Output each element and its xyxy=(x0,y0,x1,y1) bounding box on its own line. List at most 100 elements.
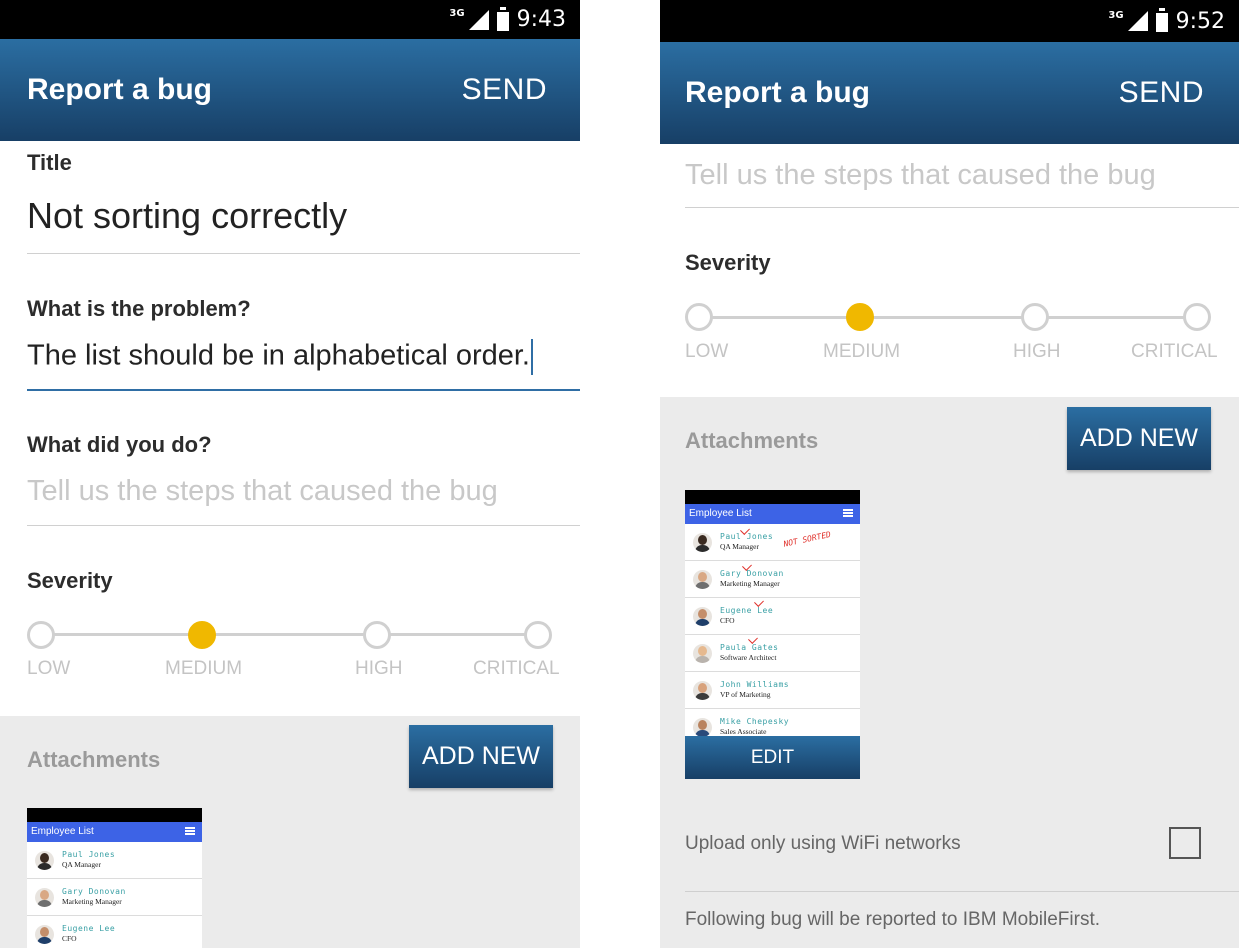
thumbnail-row: Eugene Lee CFO xyxy=(27,916,202,948)
thumbnail-row: John Williams VP of Marketing xyxy=(685,672,860,709)
avatar xyxy=(35,888,54,907)
thumbnail-title: Employee List xyxy=(689,508,752,519)
severity-critical-dot[interactable] xyxy=(524,621,552,649)
signal-icon xyxy=(468,9,489,30)
severity-critical-label: CRITICAL xyxy=(473,658,560,679)
severity-low-dot[interactable] xyxy=(685,303,713,331)
avatar xyxy=(693,644,712,663)
status-icons: 3G 9:52 xyxy=(1108,0,1225,42)
send-button[interactable]: SEND xyxy=(1119,76,1204,110)
thumbnail-row: Mike Chepesky Sales Associate xyxy=(685,709,860,739)
avatar xyxy=(693,533,712,552)
steps-label: What did you do? xyxy=(27,432,212,457)
employee-role: Software Architect xyxy=(720,653,777,662)
report-destination-text: Following bug will be reported to IBM Mo… xyxy=(685,909,1101,930)
attachments-section: Attachments ADD NEW Employee List Paul J… xyxy=(0,716,580,948)
page-title: Report a bug xyxy=(685,76,870,109)
avatar xyxy=(35,851,54,870)
thumbnail-status-bar xyxy=(27,808,202,822)
employee-name: Paula Gates xyxy=(720,643,779,652)
title-underline xyxy=(27,253,580,254)
wifi-only-checkbox[interactable] xyxy=(1169,827,1201,859)
severity-high-dot[interactable] xyxy=(363,621,391,649)
thumbnail-header: Employee List xyxy=(27,822,202,842)
thumbnail-row: Paula Gates Software Architect xyxy=(685,634,860,672)
employee-role: QA Manager xyxy=(720,542,759,551)
add-new-button[interactable]: ADD NEW xyxy=(409,725,553,788)
bug-form: Title Not sorting correctly What is the … xyxy=(0,141,580,716)
network-type: 3G xyxy=(1108,9,1124,21)
avatar xyxy=(693,607,712,626)
severity-label: Severity xyxy=(685,250,771,275)
network-type: 3G xyxy=(449,8,465,19)
employee-role: VP of Marketing xyxy=(720,690,771,699)
problem-input[interactable]: The list should be in alphabetical order… xyxy=(27,339,533,375)
employee-name: Eugene Lee xyxy=(720,606,774,615)
attachments-title: Attachments xyxy=(685,428,819,453)
severity-low-label: LOW xyxy=(685,341,729,362)
thumbnail-row: Eugene Lee CFO xyxy=(685,597,860,635)
severity-high-label: HIGH xyxy=(355,658,403,679)
steps-underline xyxy=(685,207,1239,208)
employee-role: Marketing Manager xyxy=(62,897,122,906)
thumbnail-row: Paul Jones QA Manager xyxy=(27,842,202,879)
steps-underline xyxy=(27,525,580,526)
steps-input[interactable]: Tell us the steps that caused the bug xyxy=(27,475,498,508)
severity-track xyxy=(699,316,1196,319)
status-bar: 3G 9:52 xyxy=(660,0,1239,42)
page-title: Report a bug xyxy=(27,73,212,106)
employee-name: Eugene Lee xyxy=(62,924,116,933)
severity-track xyxy=(41,633,538,636)
severity-high-label: HIGH xyxy=(1013,341,1061,362)
employee-name: Gary Donovan xyxy=(62,887,126,896)
severity-medium-dot[interactable] xyxy=(846,303,874,331)
severity-critical-dot[interactable] xyxy=(1183,303,1211,331)
avatar xyxy=(35,925,54,944)
steps-input[interactable]: Tell us the steps that caused the bug xyxy=(685,159,1156,192)
employee-role: CFO xyxy=(720,616,735,625)
avatar xyxy=(693,681,712,700)
severity-medium-label: MEDIUM xyxy=(165,658,243,679)
title-label: Title xyxy=(27,150,72,175)
attachment-thumbnail[interactable]: Employee List Paul Jones QA Manager NOT … xyxy=(685,490,860,779)
thumbnail-header: Employee List xyxy=(685,504,860,524)
problem-input-text: The list should be in alphabetical order… xyxy=(27,339,530,372)
employee-role: Sales Associate xyxy=(720,727,767,736)
attachments-title: Attachments xyxy=(27,747,161,772)
thumbnail-row: Gary Donovan Marketing Manager xyxy=(27,879,202,916)
attachment-thumbnail[interactable]: Employee List Paul Jones QA Manager Gary… xyxy=(27,808,202,948)
severity-medium-label: MEDIUM xyxy=(823,341,901,362)
phone-screen-left: 3G 9:43 Report a bug SEND Title Not sort… xyxy=(0,0,580,948)
thumbnail-row: Gary Donovan Marketing Manager xyxy=(685,561,860,598)
employee-name: Paul Jones xyxy=(720,532,774,541)
avatar xyxy=(693,718,712,737)
employee-role: QA Manager xyxy=(62,860,101,869)
problem-underline xyxy=(27,389,580,391)
signal-icon xyxy=(1127,11,1148,31)
thumbnail-status-bar xyxy=(685,490,860,504)
wifi-only-label: Upload only using WiFi networks xyxy=(685,833,961,854)
thumbnail-title: Employee List xyxy=(31,826,94,837)
status-time: 9:52 xyxy=(1175,8,1225,34)
employee-role: Marketing Manager xyxy=(720,579,780,588)
menu-icon xyxy=(843,509,853,517)
severity-medium-dot[interactable] xyxy=(188,621,216,649)
handwritten-annotation: NOT SORTED xyxy=(782,529,832,549)
avatar xyxy=(693,570,712,589)
status-bar: 3G 9:43 xyxy=(0,0,580,39)
send-button[interactable]: SEND xyxy=(462,73,547,107)
severity-high-dot[interactable] xyxy=(1021,303,1049,331)
employee-name: Gary Donovan xyxy=(720,569,784,578)
divider xyxy=(685,891,1239,892)
employee-role: CFO xyxy=(62,934,77,943)
app-bar: Report a bug SEND xyxy=(0,39,580,141)
title-input[interactable]: Not sorting correctly xyxy=(27,195,347,237)
phone-screen-right: 3G 9:52 Report a bug SEND Tell us the st… xyxy=(660,0,1239,948)
severity-low-label: LOW xyxy=(27,658,71,679)
attachments-section: Attachments ADD NEW Employee List Paul J… xyxy=(660,397,1239,948)
edit-attachment-button[interactable]: EDIT xyxy=(685,736,860,779)
severity-low-dot[interactable] xyxy=(27,621,55,649)
add-new-button[interactable]: ADD NEW xyxy=(1067,407,1211,470)
employee-name: John Williams xyxy=(720,680,790,689)
severity-label: Severity xyxy=(27,568,113,593)
